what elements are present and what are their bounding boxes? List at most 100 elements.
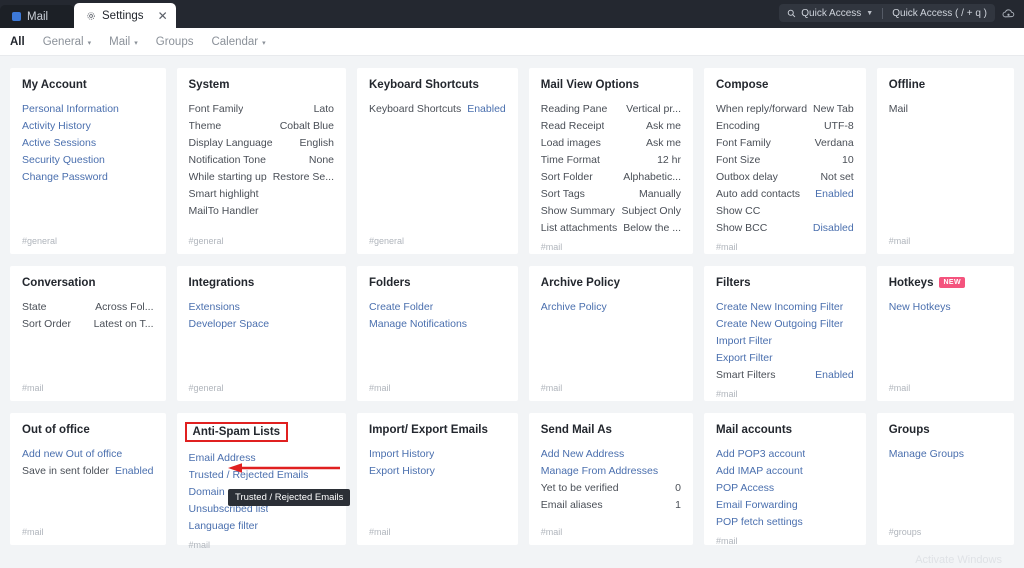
setting-row: Add new Out of office bbox=[22, 446, 154, 462]
nav-filter-all[interactable]: All bbox=[10, 36, 25, 48]
setting-row: Personal Information bbox=[22, 101, 154, 117]
setting-value-link[interactable]: Enabled bbox=[467, 101, 506, 117]
setting-value: Below the ... bbox=[623, 222, 681, 234]
setting-value: 1 bbox=[675, 499, 681, 511]
setting-value-link[interactable]: Enabled bbox=[115, 463, 154, 479]
setting-label: Display Language bbox=[188, 137, 273, 149]
setting-link[interactable]: POP Access bbox=[716, 480, 774, 496]
setting-link[interactable]: Create New Outgoing Filter bbox=[716, 316, 843, 332]
setting-value: UTF-8 bbox=[823, 120, 854, 132]
setting-label: Sort Tags bbox=[540, 188, 585, 200]
nav-filter-general[interactable]: General ▾ bbox=[43, 36, 91, 48]
tab-mail[interactable]: Mail bbox=[0, 5, 74, 28]
tab-settings[interactable]: Settings ✕ bbox=[74, 3, 176, 28]
setting-value: Cobalt Blue bbox=[279, 120, 334, 132]
setting-row: Change Password bbox=[22, 169, 154, 185]
setting-link[interactable]: POP fetch settings bbox=[716, 514, 803, 530]
setting-value-link[interactable]: Enabled bbox=[815, 367, 854, 383]
setting-link[interactable]: Personal Information bbox=[22, 101, 119, 117]
nav-filter-calendar[interactable]: Calendar ▾ bbox=[211, 36, 265, 48]
setting-row: Sort Order Latest on T... bbox=[22, 316, 154, 332]
settings-card: Integrations Extensions Developer Space #ge… bbox=[176, 266, 346, 401]
setting-link[interactable]: Import Filter bbox=[716, 333, 772, 349]
setting-value: Vertical pr... bbox=[626, 103, 681, 115]
setting-link[interactable]: Extensions bbox=[189, 299, 240, 315]
setting-value-link[interactable]: Enabled bbox=[815, 186, 854, 202]
setting-row: When reply/forward New Tab bbox=[716, 101, 854, 117]
settings-card: Keyboard Shortcuts Keyboard Shortcuts Enab… bbox=[357, 68, 518, 254]
setting-link[interactable]: Security Question bbox=[22, 152, 105, 168]
setting-value: 10 bbox=[842, 154, 854, 166]
setting-link[interactable]: Manage Notifications bbox=[369, 316, 467, 332]
cloud-icon[interactable] bbox=[1001, 6, 1016, 21]
card-title: Folders bbox=[369, 277, 506, 289]
setting-link[interactable]: Manage Groups bbox=[889, 446, 964, 462]
windows-activation-watermark: Activate Windows bbox=[915, 554, 1002, 566]
chevron-down-icon: ▾ bbox=[87, 39, 92, 47]
setting-link[interactable]: Developer Space bbox=[189, 316, 270, 332]
setting-link[interactable]: Language filter bbox=[189, 518, 258, 534]
card-title-text: Integrations bbox=[188, 277, 255, 289]
card-rows: Add New Address Manage From Addresses Yet … bbox=[541, 446, 681, 521]
card-tag: #mail bbox=[716, 536, 738, 546]
setting-row: Notification Tone None bbox=[189, 152, 334, 168]
chevron-down-icon: ▼ bbox=[866, 9, 874, 17]
card-rows: Personal Information Activity History Acti… bbox=[22, 101, 154, 230]
setting-label: Sort Order bbox=[22, 318, 72, 330]
card-tag: #groups bbox=[888, 527, 922, 537]
setting-link[interactable]: Email Forwarding bbox=[716, 497, 798, 513]
setting-row: Security Question bbox=[22, 152, 154, 168]
setting-label: State bbox=[22, 301, 47, 313]
settings-card: My Account Personal Information Activity H… bbox=[10, 68, 166, 254]
nav-filter-groups[interactable]: Groups bbox=[156, 36, 194, 48]
setting-link[interactable]: Add IMAP account bbox=[716, 463, 803, 479]
setting-row: New Hotkeys bbox=[889, 299, 1002, 315]
card-tag: #mail bbox=[716, 389, 738, 399]
setting-value-link[interactable]: Disabled bbox=[813, 220, 854, 236]
card-rows: Keyboard Shortcuts Enabled bbox=[369, 101, 506, 230]
search-icon bbox=[788, 9, 796, 17]
setting-link[interactable]: Add POP3 account bbox=[716, 446, 805, 462]
setting-link[interactable]: New Hotkeys bbox=[889, 299, 951, 315]
nav-filter-mail[interactable]: Mail ▾ bbox=[109, 36, 138, 48]
setting-row: Import Filter bbox=[716, 333, 854, 349]
setting-link[interactable]: Manage From Addresses bbox=[541, 463, 658, 479]
tab-label: Mail bbox=[27, 10, 49, 23]
setting-link[interactable]: Archive Policy bbox=[541, 299, 607, 315]
card-title-text: Anti-Spam Lists bbox=[192, 426, 281, 438]
setting-link[interactable]: Export Filter bbox=[716, 350, 773, 366]
setting-row: Language filter bbox=[189, 518, 334, 534]
setting-link[interactable]: Export History bbox=[369, 463, 435, 479]
setting-link[interactable]: Email Address bbox=[189, 450, 256, 466]
setting-label: While starting up bbox=[188, 171, 267, 183]
setting-link[interactable]: Change Password bbox=[22, 169, 108, 185]
setting-link[interactable]: Create Folder bbox=[369, 299, 433, 315]
setting-value: Lato bbox=[313, 103, 334, 115]
setting-link[interactable]: Import History bbox=[369, 446, 434, 462]
card-tag: #mail bbox=[716, 242, 738, 252]
card-rows: Import History Export History bbox=[369, 446, 506, 521]
tab-label: Settings bbox=[102, 9, 144, 22]
card-title-text: Archive Policy bbox=[540, 277, 621, 289]
setting-value: English bbox=[299, 137, 334, 149]
settings-card: Archive Policy Archive Policy #mail bbox=[528, 266, 693, 401]
setting-label: List attachments bbox=[540, 222, 618, 234]
close-icon[interactable]: ✕ bbox=[158, 10, 168, 22]
setting-label: Notification Tone bbox=[188, 154, 266, 166]
settings-card: Mail View Options Reading Pane Vertical pr… bbox=[528, 68, 693, 254]
setting-link[interactable]: Trusted / Rejected Emails bbox=[189, 467, 309, 483]
card-tag: #mail bbox=[369, 383, 391, 393]
card-title-text: Out of office bbox=[22, 424, 90, 436]
settings-card: Compose When reply/forward New Tab Encoding… bbox=[704, 68, 866, 254]
setting-link[interactable]: Active Sessions bbox=[22, 135, 96, 151]
quick-access-search[interactable]: Quick Access ▼ Quick Access ( / + q ) bbox=[779, 4, 995, 22]
setting-link[interactable]: Domain bbox=[189, 484, 225, 500]
setting-label: Outbox delay bbox=[716, 171, 778, 183]
card-title: System bbox=[189, 79, 334, 91]
setting-link[interactable]: Add new Out of office bbox=[22, 446, 122, 462]
setting-link[interactable]: Create New Incoming Filter bbox=[716, 299, 843, 315]
setting-label: Show CC bbox=[716, 205, 761, 217]
setting-link[interactable]: Activity History bbox=[22, 118, 91, 134]
setting-label: Read Receipt bbox=[540, 120, 605, 132]
setting-link[interactable]: Add New Address bbox=[541, 446, 624, 462]
